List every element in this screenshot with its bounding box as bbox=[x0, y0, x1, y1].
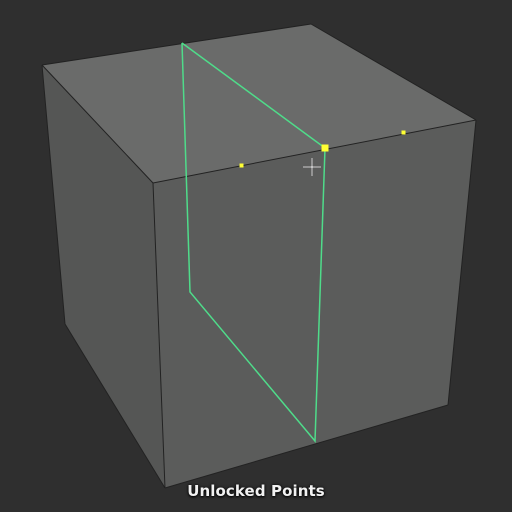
cube-front-face[interactable] bbox=[153, 120, 476, 488]
viewport-scene[interactable] bbox=[0, 0, 512, 512]
mode-caption: Unlocked Points bbox=[187, 482, 325, 500]
vertex-point[interactable] bbox=[401, 130, 406, 135]
3d-viewport[interactable]: Unlocked Points bbox=[0, 0, 512, 512]
vertex-point[interactable] bbox=[239, 163, 244, 168]
selected-vertex-point[interactable] bbox=[321, 144, 329, 152]
